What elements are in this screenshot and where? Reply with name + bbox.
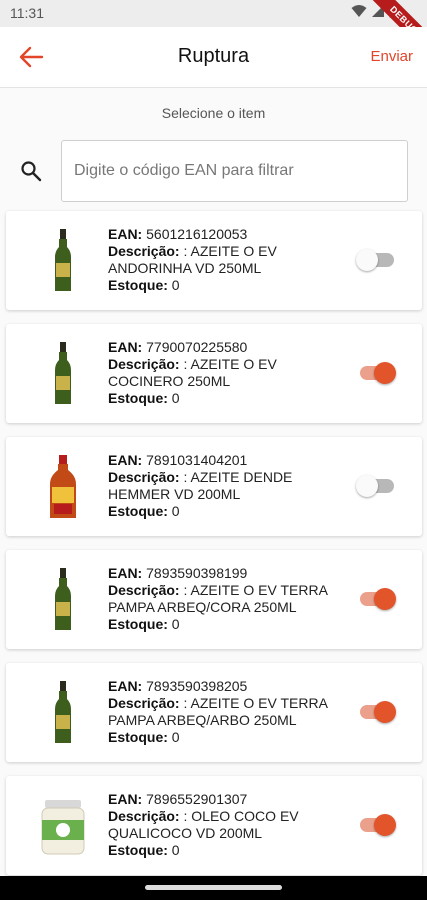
product-thumbnail: [28, 562, 98, 638]
description-label: Descrição:: [108, 695, 180, 711]
select-item-label: Selecione o item: [161, 105, 266, 121]
app-bar: Ruptura Enviar: [0, 27, 427, 88]
wifi-icon: [351, 5, 367, 17]
ean-label: EAN:: [108, 452, 143, 468]
ean-line: EAN: 5601216120053: [108, 226, 348, 243]
toggle-knob: [356, 249, 378, 271]
stock-value: 0: [171, 390, 180, 406]
product-info: EAN: 7896552901307 Descrição: : OLEO COCO…: [108, 791, 348, 859]
status-time: 11:31: [10, 5, 44, 21]
ean-label: EAN:: [108, 339, 143, 355]
stock-label: Estoque:: [108, 729, 168, 745]
description-line: Descrição: : AZEITE O EV COCINERO 250ML: [108, 356, 348, 390]
description-label: Descrição:: [108, 582, 180, 598]
ean-line: EAN: 7896552901307: [108, 791, 348, 808]
product-thumbnail: [28, 223, 98, 299]
description-line: Descrição: : AZEITE O EV ANDORINHA VD 25…: [108, 243, 348, 277]
product-card[interactable]: EAN: 7790070225580 Descrição: : AZEITE O …: [6, 324, 422, 423]
product-thumbnail: [28, 336, 98, 412]
ean-label: EAN:: [108, 791, 143, 807]
rupture-toggle[interactable]: [356, 813, 396, 837]
ean-line: EAN: 7891031404201: [108, 452, 348, 469]
toggle-knob: [356, 475, 378, 497]
stock-line: Estoque: 0: [108, 729, 348, 746]
description-line: Descrição: : AZEITE O EV TERRA PAMPA ARB…: [108, 582, 348, 616]
ean-label: EAN:: [108, 678, 143, 694]
product-thumbnail: [28, 449, 98, 525]
ean-line: EAN: 7790070225580: [108, 339, 348, 356]
rupture-toggle[interactable]: [356, 587, 396, 611]
product-card[interactable]: EAN: 7891031404201 Descrição: : AZEITE DE…: [6, 437, 422, 536]
toggle-knob: [374, 814, 396, 836]
ean-label: EAN:: [108, 565, 143, 581]
product-info: EAN: 7893590398205 Descrição: : AZEITE O …: [108, 678, 348, 746]
navigation-bar: [0, 876, 427, 900]
description-label: Descrição:: [108, 808, 180, 824]
description-line: Descrição: : OLEO COCO EV QUALICOCO VD 2…: [108, 808, 348, 842]
product-card[interactable]: EAN: 7893590398199 Descrição: : AZEITE O …: [6, 550, 422, 649]
stock-label: Estoque:: [108, 277, 168, 293]
stock-line: Estoque: 0: [108, 277, 348, 294]
ean-line: EAN: 7893590398205: [108, 678, 348, 695]
product-card[interactable]: EAN: 7893590398205 Descrição: : AZEITE O …: [6, 663, 422, 762]
description-label: Descrição:: [108, 356, 180, 372]
rupture-toggle[interactable]: [356, 700, 396, 724]
stock-line: Estoque: 0: [108, 842, 348, 859]
description-label: Descrição:: [108, 243, 180, 259]
stock-line: Estoque: 0: [108, 503, 348, 520]
ean-value: 7891031404201: [146, 452, 248, 468]
stock-value: 0: [171, 729, 180, 745]
page-title: Ruptura: [177, 45, 250, 67]
product-thumbnail: [28, 788, 98, 864]
ean-value: 7896552901307: [146, 791, 248, 807]
send-button[interactable]: Enviar: [370, 48, 413, 65]
ean-value: 7790070225580: [146, 339, 248, 355]
description-label: Descrição:: [108, 469, 180, 485]
ean-filter-input[interactable]: [61, 140, 408, 202]
search-icon: [21, 161, 42, 182]
stock-label: Estoque:: [108, 503, 168, 519]
product-info: EAN: 7891031404201 Descrição: : AZEITE DE…: [108, 452, 348, 520]
product-card[interactable]: EAN: 7896552901307 Descrição: : OLEO COCO…: [6, 776, 422, 875]
stock-line: Estoque: 0: [108, 390, 348, 407]
product-info: EAN: 7893590398199 Descrição: : AZEITE O …: [108, 565, 348, 633]
stock-label: Estoque:: [108, 842, 168, 858]
stock-label: Estoque:: [108, 390, 168, 406]
product-info: EAN: 7790070225580 Descrição: : AZEITE O …: [108, 339, 348, 407]
toggle-knob: [374, 362, 396, 384]
rupture-toggle[interactable]: [356, 361, 396, 385]
toggle-knob: [374, 588, 396, 610]
toggle-knob: [374, 701, 396, 723]
stock-value: 0: [171, 503, 180, 519]
stock-value: 0: [171, 616, 180, 632]
home-handle[interactable]: [145, 885, 282, 890]
ean-value: 7893590398205: [146, 678, 248, 694]
rupture-toggle[interactable]: [356, 474, 396, 498]
stock-value: 0: [171, 842, 180, 858]
description-line: Descrição: : AZEITE DENDE HEMMER VD 200M…: [108, 469, 348, 503]
stock-label: Estoque:: [108, 616, 168, 632]
product-thumbnail: [28, 675, 98, 751]
rupture-toggle[interactable]: [356, 248, 396, 272]
product-card[interactable]: EAN: 5601216120053 Descrição: : AZEITE O …: [6, 211, 422, 310]
ean-value: 7893590398199: [146, 565, 248, 581]
stock-line: Estoque: 0: [108, 616, 348, 633]
ean-line: EAN: 7893590398199: [108, 565, 348, 582]
status-bar: 11:31: [0, 0, 427, 27]
description-line: Descrição: : AZEITE O EV TERRA PAMPA ARB…: [108, 695, 348, 729]
ean-label: EAN:: [108, 226, 143, 242]
stock-value: 0: [171, 277, 180, 293]
product-info: EAN: 5601216120053 Descrição: : AZEITE O …: [108, 226, 348, 294]
ean-value: 5601216120053: [146, 226, 248, 242]
